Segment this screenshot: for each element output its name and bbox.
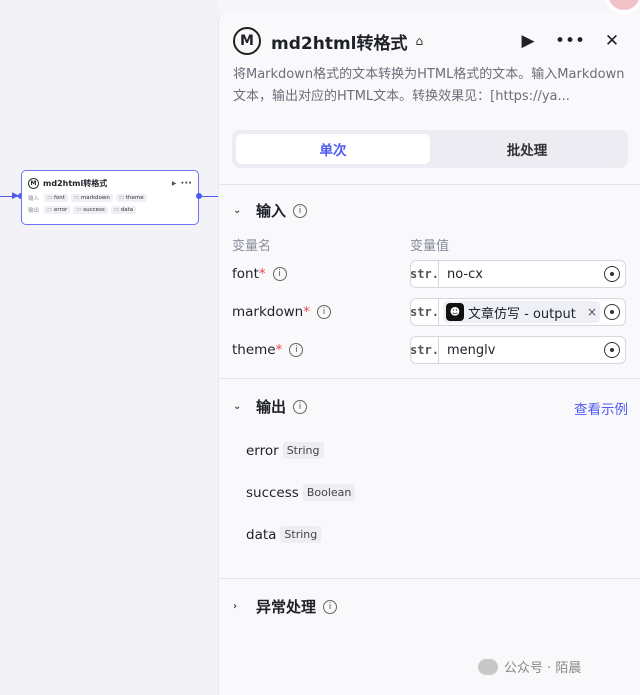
info-icon[interactable]: i	[323, 599, 338, 614]
variable-reference-chip[interactable]: ☻ 文章仿写 - output ×	[443, 301, 600, 323]
mini-input-tag: theme	[115, 194, 147, 202]
reference-target-icon[interactable]	[604, 342, 620, 358]
mini-more-icon[interactable]: •••	[180, 180, 192, 187]
field-label-font: font * i	[232, 266, 287, 282]
node-detail-panel: M md2html转格式 ⌂ ▶ ••• ✕ 将Markdown格式的文本转换为…	[218, 12, 640, 695]
output-connection-line	[199, 196, 218, 197]
run-button[interactable]: ▶	[514, 27, 542, 55]
tab-batch[interactable]: 批处理	[430, 134, 624, 164]
font-value[interactable]: no-cx	[439, 267, 604, 282]
markdown-input[interactable]: str. ☻ 文章仿写 - output ×	[410, 298, 626, 326]
watermark: 公众号 · 陌晨	[478, 657, 581, 676]
column-header-name: 变量名	[232, 239, 272, 254]
mini-node-logo-icon: M	[28, 177, 39, 189]
chevron-down-icon: ⌄	[233, 401, 242, 412]
remove-reference-icon[interactable]: ×	[587, 305, 597, 319]
input-section-header[interactable]: ⌄ 输入 i	[233, 200, 308, 221]
column-header-value: 变量值	[410, 239, 450, 254]
reference-label: 文章仿写 - output	[468, 306, 576, 322]
mini-output-tag: error	[44, 206, 71, 214]
type-badge: Boolean	[302, 484, 356, 501]
panel-header: M md2html转格式 ⌂ ▶ ••• ✕	[233, 26, 626, 56]
more-icon: •••	[554, 31, 586, 51]
font-input[interactable]: str. no-cx	[410, 260, 626, 288]
reference-target-icon[interactable]	[604, 266, 620, 282]
mini-node-card[interactable]: M md2html转格式 ▶ ••• 输入 font markdown them…	[21, 170, 199, 225]
more-button[interactable]: •••	[554, 27, 586, 55]
wechat-icon	[478, 658, 498, 675]
field-label-theme: theme * i	[232, 342, 304, 358]
field-label-markdown: markdown * i	[232, 304, 331, 320]
chevron-right-icon: ›	[233, 601, 238, 612]
type-selector[interactable]: str.	[410, 261, 439, 287]
mini-output-tag: success	[73, 206, 108, 214]
node-description: 将Markdown格式的文本转换为HTML格式的文本。输入Markdown文本，…	[233, 67, 625, 104]
info-icon[interactable]: i	[316, 305, 331, 319]
theme-value[interactable]: menglv	[439, 343, 604, 358]
node-title: md2html转格式	[271, 33, 408, 54]
exception-section-header[interactable]: › 异常处理 i	[233, 596, 338, 617]
store-icon[interactable]: ⌂	[415, 34, 423, 48]
mini-input-tag: font	[44, 194, 68, 202]
theme-input[interactable]: str. menglv	[410, 336, 626, 364]
node-logo-icon: M	[233, 27, 261, 55]
mini-node-title: md2html转格式	[43, 178, 108, 188]
run-mode-tabs: 单次 批处理	[232, 130, 628, 168]
divider	[219, 184, 640, 185]
type-badge: String	[280, 526, 322, 543]
output-section-header[interactable]: ⌄ 输出 i	[233, 396, 308, 417]
info-icon[interactable]: i	[289, 343, 304, 357]
close-button[interactable]: ✕	[598, 27, 626, 55]
output-item-success: success Boolean	[246, 484, 356, 501]
tab-single[interactable]: 单次	[236, 134, 430, 164]
type-selector[interactable]: str.	[410, 337, 439, 363]
mini-input-row: 输入 font markdown theme	[28, 194, 192, 202]
divider	[219, 378, 640, 379]
mini-output-tag: data	[110, 206, 137, 214]
type-badge: String	[282, 442, 324, 459]
chevron-down-icon: ⌄	[233, 205, 242, 216]
mini-input-label: 输入	[28, 196, 40, 202]
mini-play-icon[interactable]: ▶	[172, 180, 177, 187]
mini-output-row: 输出 error success data	[28, 206, 192, 214]
output-item-error: error String	[246, 442, 324, 459]
play-icon: ▶	[521, 31, 535, 51]
ghost-icon: ☻	[446, 303, 464, 321]
info-icon[interactable]: i	[293, 399, 308, 414]
output-item-data: data String	[246, 526, 322, 543]
input-section-title: 输入	[256, 202, 287, 220]
reference-target-icon[interactable]	[604, 304, 620, 320]
divider	[219, 578, 640, 579]
info-icon[interactable]: i	[272, 267, 287, 281]
exception-section-title: 异常处理	[256, 598, 317, 616]
mini-input-tag: markdown	[70, 194, 113, 202]
view-example-link[interactable]: 查看示例	[574, 398, 628, 418]
type-selector[interactable]: str.	[410, 299, 439, 325]
info-icon[interactable]: i	[293, 203, 308, 218]
workflow-canvas[interactable]: ▶ M md2html转格式 ▶ ••• 输入 font markdown th…	[0, 0, 218, 695]
mini-output-label: 输出	[28, 208, 40, 214]
output-section-title: 输出	[256, 398, 287, 416]
close-icon: ✕	[604, 31, 620, 51]
